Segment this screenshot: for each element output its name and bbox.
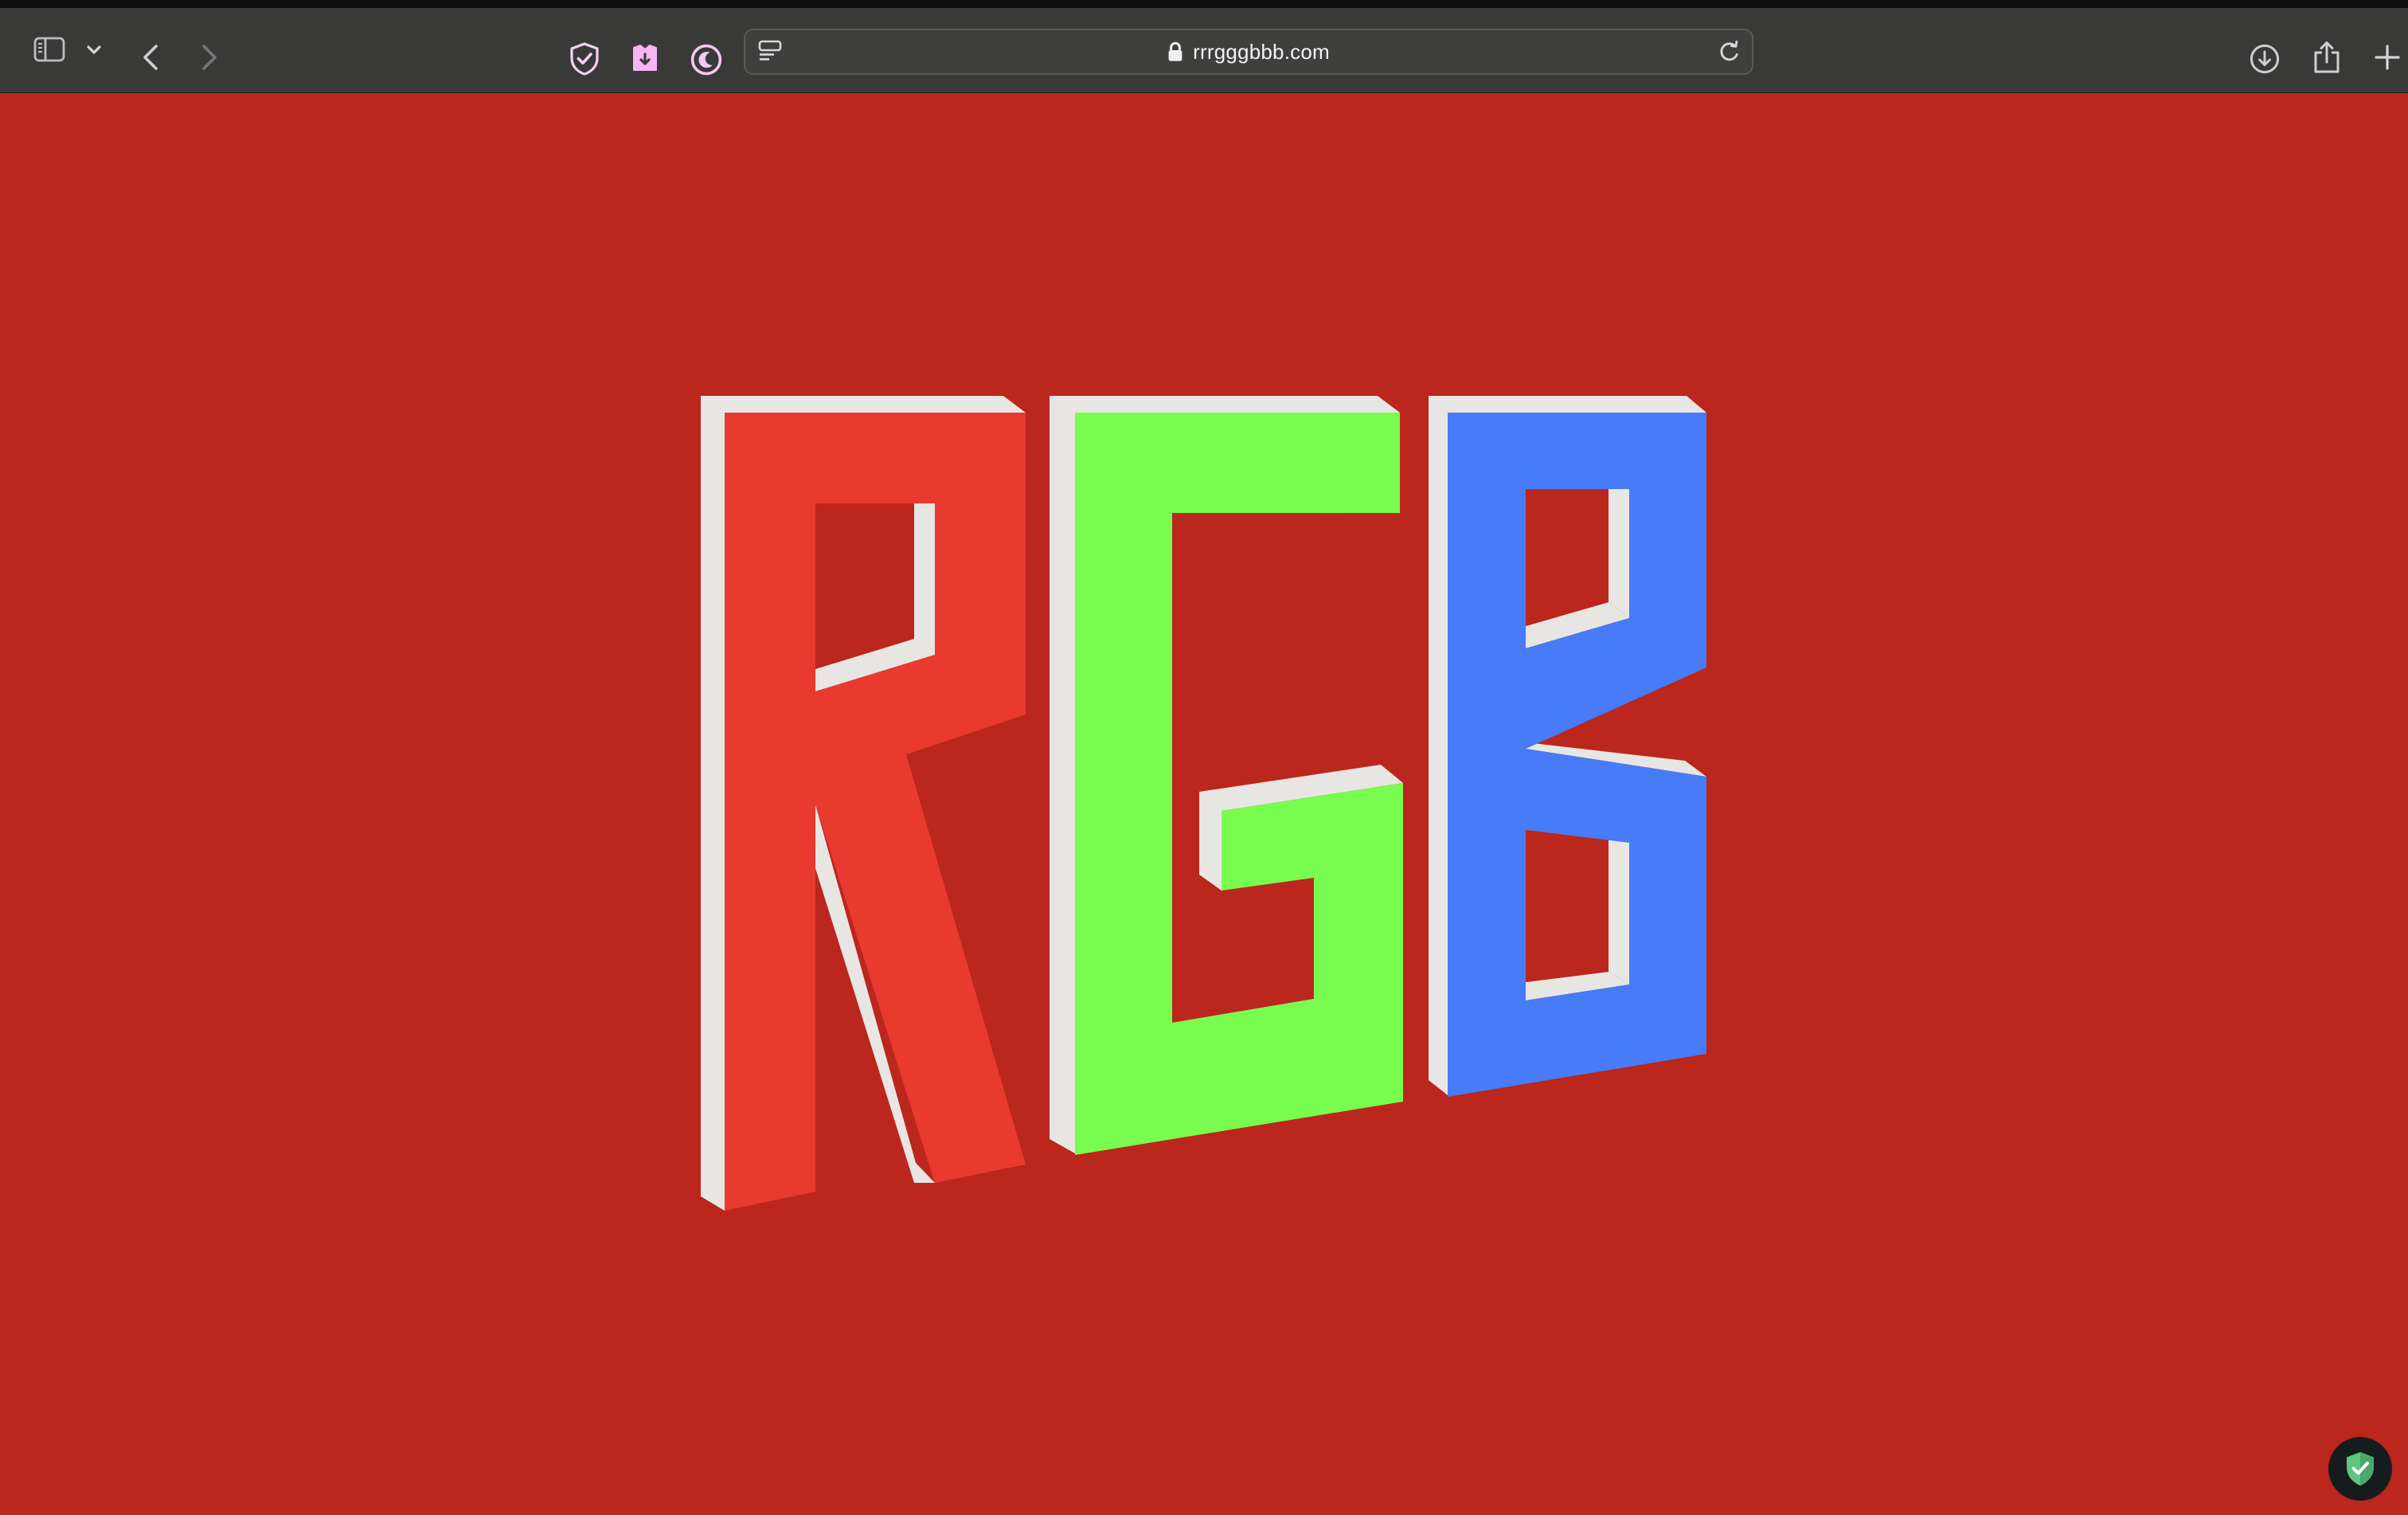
download-icon[interactable] [2249, 43, 2281, 75]
night-mode-icon[interactable] [688, 41, 723, 76]
letter-r [701, 396, 1026, 1211]
url-text: rrrgggbbb.com [1193, 39, 1330, 63]
back-icon[interactable] [137, 43, 166, 72]
sidebar-icon[interactable] [32, 32, 67, 67]
reload-icon[interactable] [1717, 39, 1742, 65]
address-bar[interactable]: rrrgggbbb.com [744, 28, 1753, 74]
letter-b [1429, 396, 1706, 1097]
forward-icon[interactable] [194, 43, 223, 72]
share-icon[interactable] [2311, 40, 2343, 75]
letter-g [1050, 396, 1403, 1155]
shield-check-icon[interactable] [2328, 1437, 2392, 1501]
browser-window: rrrgggbbb.com [0, 0, 2408, 1515]
rgb-logo [701, 396, 1706, 1211]
lock-icon [1167, 41, 1183, 61]
browser-toolbar: rrrgggbbb.com [0, 0, 2408, 93]
page-content [0, 93, 2408, 1515]
extension-icon[interactable] [627, 41, 663, 76]
new-tab-icon[interactable] [2373, 43, 2402, 72]
chevron-down-icon[interactable] [84, 41, 104, 57]
address-content: rrrgggbbb.com [745, 29, 1752, 72]
privacy-shield-icon[interactable] [567, 41, 602, 76]
